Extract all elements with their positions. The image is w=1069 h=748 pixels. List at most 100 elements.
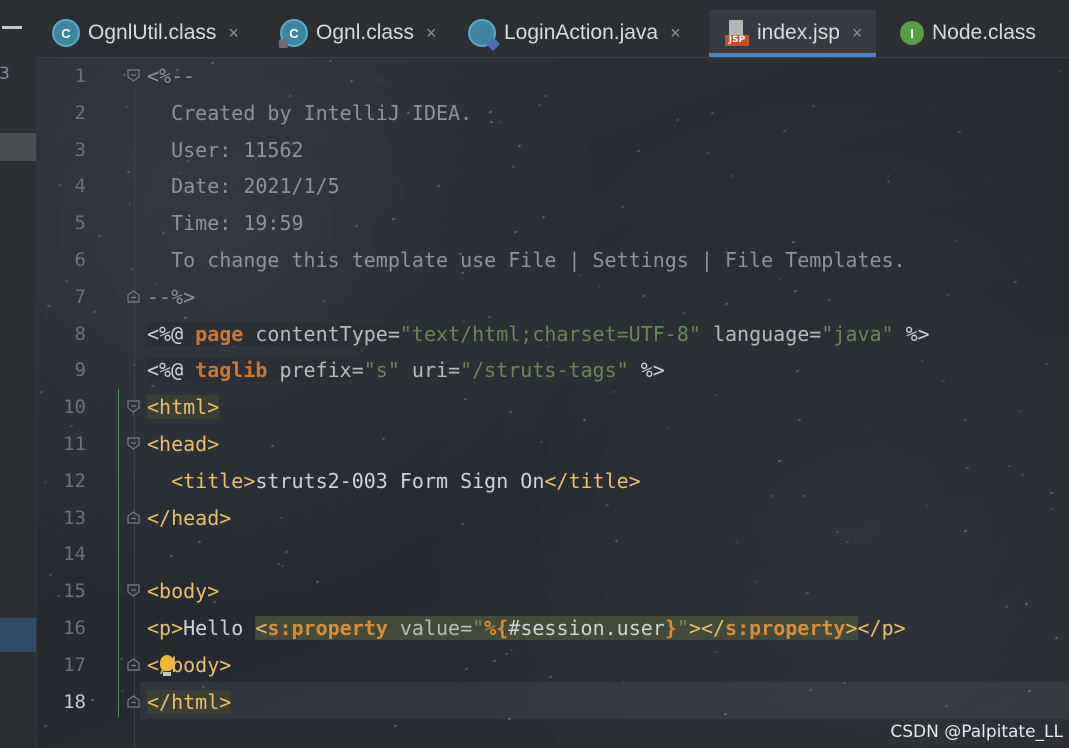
snow-speck: [641, 294, 646, 298]
tab-ognlutil-class[interactable]: OgnlUtil.class ×: [52, 10, 239, 56]
code-line[interactable]: </html>: [147, 684, 232, 721]
snow-speck: [197, 540, 201, 544]
snow-speck: [845, 540, 850, 544]
snow-speck: [886, 174, 891, 178]
code-line[interactable]: <%--: [147, 58, 195, 95]
watermark: CSDN @Palpitate_LL: [890, 722, 1063, 742]
code-token: <html>: [147, 395, 220, 420]
snow-speck: [509, 648, 513, 652]
code-token: "text/html;charset=UTF-8": [399, 321, 701, 346]
snow-speck: [1024, 602, 1029, 606]
snow-speck: [488, 110, 493, 114]
project-tool-strip: 3: [0, 0, 37, 748]
close-icon[interactable]: ×: [670, 23, 681, 44]
code-line[interactable]: <title>struts2-003 Form Sign On</title>: [147, 463, 641, 500]
code-token: Created by IntelliJ IDEA.: [147, 100, 473, 125]
close-icon[interactable]: ×: [426, 23, 437, 44]
snow-speck: [957, 130, 962, 134]
collapse-icon[interactable]: [2, 26, 22, 29]
code-line[interactable]: <html>: [147, 389, 220, 426]
snow-speck: [505, 652, 509, 656]
tab-loginaction-java[interactable]: LoginAction.java ×: [468, 10, 681, 56]
line-number: 17: [63, 653, 86, 676]
line-number: 14: [63, 543, 86, 566]
tab-ognl-class[interactable]: Ognl.class ×: [279, 10, 437, 56]
snow-speck: [778, 459, 782, 463]
code-line[interactable]: To change this template use File | Setti…: [147, 242, 906, 279]
snow-speck: [129, 266, 134, 271]
close-icon[interactable]: ×: [228, 23, 239, 44]
snow-speck: [508, 410, 513, 414]
snow-speck: [682, 311, 687, 315]
project-tree-active-item[interactable]: [0, 618, 36, 652]
code-line[interactable]: </head>: [147, 500, 231, 537]
snow-speck: [64, 279, 68, 283]
snow-speck: [124, 105, 128, 110]
snow-speck: [676, 118, 680, 122]
line-number: 9: [74, 359, 86, 382]
code-token: ": [676, 616, 689, 640]
code-line[interactable]: Time: 19:59: [147, 205, 303, 242]
snow-speck: [597, 284, 602, 288]
code-line[interactable]: <p>Hello <s:property value="%{#session.u…: [147, 610, 906, 647]
snow-speck: [69, 424, 73, 428]
tab-index-jsp[interactable]: JSP index.jsp ×: [709, 10, 877, 57]
snow-speck: [1058, 69, 1062, 73]
snow-speck: [1045, 362, 1049, 366]
snow-speck: [43, 724, 48, 728]
snow-speck: [835, 530, 839, 534]
snow-speck: [1049, 507, 1054, 511]
fold-icon[interactable]: [127, 437, 140, 450]
project-tree-selection[interactable]: [0, 133, 36, 161]
code-token: language=: [700, 321, 822, 346]
snow-speck: [539, 440, 544, 444]
fold-icon[interactable]: [127, 290, 140, 303]
line-number: 8: [74, 322, 86, 345]
snow-speck: [548, 675, 553, 679]
code-line[interactable]: <body>: [147, 573, 219, 610]
snow-speck: [90, 697, 95, 702]
snow-speck: [754, 580, 759, 584]
tab-node-class[interactable]: Node.class: [900, 10, 1036, 56]
snow-speck: [797, 417, 802, 422]
snow-speck: [730, 174, 734, 178]
fold-icon[interactable]: [127, 658, 140, 671]
code-line[interactable]: User: 11562: [147, 132, 303, 169]
snow-speck: [92, 310, 97, 314]
editor-tab-bar: OgnlUtil.class × Ognl.class × LoginActio…: [36, 0, 1069, 58]
code-token: taglib: [195, 358, 268, 383]
snow-speck: [802, 494, 806, 499]
snow-speck: [169, 554, 174, 558]
code-token: page: [195, 321, 244, 346]
snow-speck: [793, 289, 797, 293]
fold-icon[interactable]: [127, 510, 140, 524]
code-line[interactable]: Date: 2021/1/5: [147, 168, 340, 205]
fold-icon[interactable]: [127, 584, 140, 597]
code-line[interactable]: <head>: [147, 426, 219, 463]
code-line[interactable]: <%@ page contentType="text/html;charset=…: [147, 316, 930, 353]
snow-speck: [582, 418, 587, 422]
lightbulb-icon[interactable]: [160, 655, 174, 676]
snow-speck: [48, 573, 52, 577]
code-token: <%@: [147, 321, 196, 346]
snow-speck: [463, 397, 468, 402]
snow-speck: [710, 111, 714, 115]
snow-speck: [805, 591, 809, 595]
fold-icon[interactable]: [127, 400, 140, 413]
snow-speck: [349, 79, 354, 83]
line-number: 18: [63, 690, 86, 713]
code-line[interactable]: <%@ taglib prefix="s" uri="/struts-tags"…: [147, 352, 665, 389]
code-line[interactable]: --%>: [147, 279, 195, 316]
snow-speck: [945, 293, 950, 297]
tab-label: OgnlUtil.class: [88, 21, 217, 44]
fold-icon[interactable]: [127, 69, 140, 82]
snow-speck: [965, 466, 970, 471]
fold-icon[interactable]: [127, 694, 140, 708]
snow-speck: [713, 393, 718, 397]
snow-speck: [734, 540, 739, 544]
snow-speck: [511, 165, 516, 170]
tab-label: LoginAction.java: [504, 21, 659, 44]
close-icon[interactable]: ×: [852, 23, 863, 44]
code-line[interactable]: Created by IntelliJ IDEA.: [147, 95, 472, 132]
snow-speck: [1049, 491, 1054, 495]
